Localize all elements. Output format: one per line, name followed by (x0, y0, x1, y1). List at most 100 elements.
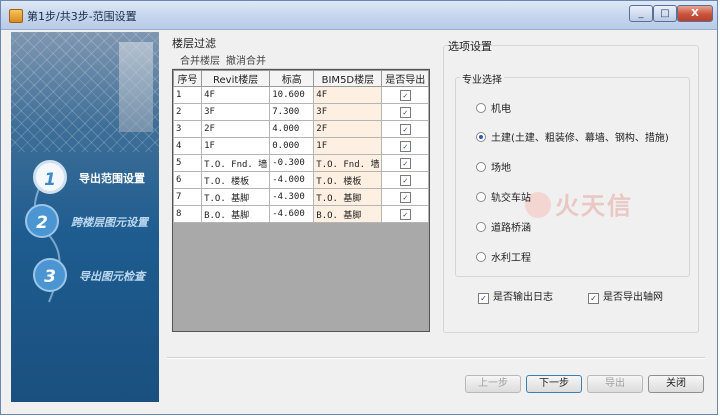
maximize-button[interactable]: □ (653, 5, 677, 22)
col-header-no[interactable]: 序号 (172, 70, 203, 87)
radio-indicator[interactable] (476, 162, 486, 172)
row-revit[interactable]: 3F (201, 103, 271, 121)
close-button[interactable]: 关闭 (648, 375, 704, 393)
step-2-label: 跨楼层图元设置 (71, 216, 148, 229)
floor-filter-title: 楼层过滤 (172, 37, 216, 50)
row-no: 2 (172, 103, 203, 121)
radio-label: 轨交车站 (491, 193, 531, 204)
table-row[interactable]: 1 4F 10.600 4F ✓ (172, 86, 429, 104)
row-elev: -4.300 (269, 188, 315, 206)
radio-indicator[interactable] (476, 192, 486, 202)
radio-road-bridge[interactable]: 道路桥涵 (476, 219, 531, 234)
table-row[interactable]: 2 3F 7.300 3F ✓ (172, 103, 429, 121)
radio-civil[interactable]: 土建(土建、粗装修、幕墙、钢构、措施) (476, 129, 669, 144)
minimize-button[interactable]: _ (629, 5, 653, 22)
row-bim[interactable]: 3F (313, 103, 383, 121)
row-revit[interactable]: T.O. Fnd. 墙 (201, 154, 271, 172)
radio-label: 场地 (491, 163, 511, 174)
step-2-number: 2 (25, 204, 59, 238)
table-row[interactable]: 5 T.O. Fnd. 墙 -0.300 T.O. Fnd. 墙 ✓ (172, 154, 429, 172)
row-revit[interactable]: T.O. 基脚 (201, 188, 271, 206)
row-export-cell[interactable]: ✓ (381, 188, 429, 206)
building-background (119, 42, 153, 132)
floor-grid: 序号 Revit楼层 标高 BIM5D楼层 是否导出 1 4F 10.600 4F ✓ … (172, 69, 430, 332)
close-icon: X (691, 8, 699, 19)
step-3: 3 导出图元检查 (33, 258, 159, 298)
row-bim[interactable]: T.O. Fnd. 墙 (313, 154, 383, 172)
row-export-cell[interactable]: ✓ (381, 120, 429, 138)
row-export-cell[interactable]: ✓ (381, 137, 429, 155)
row-elev: 0.000 (269, 137, 315, 155)
radio-rail-station[interactable]: 轨交车站 (476, 189, 531, 204)
row-revit[interactable]: T.O. 楼板 (201, 171, 271, 189)
col-header-revit[interactable]: Revit楼层 (201, 70, 271, 87)
table-row[interactable]: 7 T.O. 基脚 -4.300 T.O. 基脚 ✓ (172, 188, 429, 206)
close-window-button[interactable]: X (677, 5, 713, 22)
row-bim[interactable]: 2F (313, 120, 383, 138)
row-export-cell[interactable]: ✓ (381, 171, 429, 189)
prev-step-button[interactable]: 上一步 (465, 375, 521, 393)
merge-floors-button[interactable]: 合并楼层 (180, 52, 220, 67)
floor-table-header: 序号 Revit楼层 标高 BIM5D楼层 是否导出 (172, 70, 429, 87)
table-row[interactable]: 6 T.O. 楼板 -4.000 T.O. 楼板 ✓ (172, 171, 429, 189)
table-row[interactable]: 8 B.O. 基脚 -4.600 B.O. 基脚 ✓ (172, 205, 429, 223)
row-export-cell[interactable]: ✓ (381, 86, 429, 104)
row-export-cell[interactable]: ✓ (381, 154, 429, 172)
maximize-icon: □ (660, 8, 670, 19)
row-elev: 4.000 (269, 120, 315, 138)
export-checkbox[interactable]: ✓ (399, 106, 411, 118)
radio-site[interactable]: 场地 (476, 159, 511, 174)
export-checkbox[interactable]: ✓ (399, 140, 411, 152)
export-checkbox[interactable]: ✓ (399, 208, 411, 220)
options-title: 选项设置 (448, 40, 492, 53)
checkbox-box[interactable]: ✓ (478, 293, 489, 304)
step-2: 2 跨楼层图元设置 (25, 204, 151, 244)
row-revit[interactable]: B.O. 基脚 (201, 205, 271, 223)
undo-merge-button[interactable]: 撤消合并 (226, 52, 266, 67)
export-checkbox[interactable]: ✓ (399, 174, 411, 186)
export-button[interactable]: 导出 (587, 375, 643, 393)
row-revit[interactable]: 2F (201, 120, 271, 138)
output-log-checkbox[interactable]: ✓ 是否输出日志 (478, 288, 553, 304)
radio-indicator[interactable] (476, 222, 486, 232)
export-grid-checkbox[interactable]: ✓ 是否导出轴网 (588, 288, 663, 304)
checkbox-box[interactable]: ✓ (588, 293, 599, 304)
row-export-cell[interactable]: ✓ (381, 205, 429, 223)
export-checkbox[interactable]: ✓ (399, 123, 411, 135)
radio-indicator-selected[interactable] (476, 132, 486, 142)
row-bim[interactable]: 1F (313, 137, 383, 155)
radio-label: 道路桥涵 (491, 223, 531, 234)
row-bim[interactable]: B.O. 基脚 (313, 205, 383, 223)
row-no: 7 (172, 188, 203, 206)
row-elev: -0.300 (269, 154, 315, 172)
watermark: 火天信 (525, 186, 633, 221)
col-header-elev[interactable]: 标高 (269, 70, 315, 87)
row-no: 5 (172, 154, 203, 172)
row-bim[interactable]: T.O. 楼板 (313, 171, 383, 189)
floor-table: 序号 Revit楼层 标高 BIM5D楼层 是否导出 1 4F 10.600 4F ✓ … (172, 70, 429, 223)
row-bim[interactable]: 4F (313, 86, 383, 104)
export-checkbox[interactable]: ✓ (399, 157, 411, 169)
col-header-export[interactable]: 是否导出 (381, 70, 429, 87)
row-revit[interactable]: 1F (201, 137, 271, 155)
row-elev: -4.600 (269, 205, 315, 223)
export-checkbox[interactable]: ✓ (399, 89, 411, 101)
window-title: 第1步/共3步-范围设置 (27, 10, 137, 23)
row-revit[interactable]: 4F (201, 86, 271, 104)
step-3-number: 3 (33, 258, 67, 292)
next-step-button[interactable]: 下一步 (526, 375, 582, 393)
table-row[interactable]: 4 1F 0.000 1F ✓ (172, 137, 429, 155)
table-row[interactable]: 3 2F 4.000 2F ✓ (172, 120, 429, 138)
discipline-title: 专业选择 (460, 71, 504, 86)
radio-indicator[interactable] (476, 252, 486, 262)
row-export-cell[interactable]: ✓ (381, 103, 429, 121)
row-bim[interactable]: T.O. 基脚 (313, 188, 383, 206)
radio-label: 机电 (491, 104, 511, 115)
radio-water-works[interactable]: 水利工程 (476, 249, 531, 264)
col-header-bim[interactable]: BIM5D楼层 (313, 70, 383, 87)
row-no: 1 (172, 86, 203, 104)
radio-indicator[interactable] (476, 103, 486, 113)
export-checkbox[interactable]: ✓ (399, 191, 411, 203)
radio-mep[interactable]: 机电 (476, 100, 511, 115)
minimize-icon: _ (638, 8, 644, 19)
